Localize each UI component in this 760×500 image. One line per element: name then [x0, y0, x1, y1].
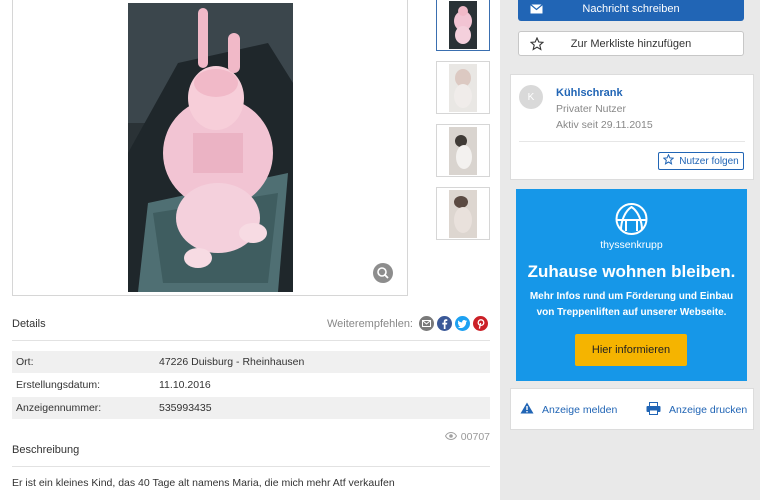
description-text: Er ist ein kleines Kind, das 40 Tage alt…	[12, 477, 395, 489]
write-message-label: Nachricht schreiben	[582, 3, 680, 15]
brand-logo	[613, 203, 650, 240]
avatar: K	[519, 85, 543, 109]
add-to-watchlist-label: Zur Merkliste hinzufügen	[570, 37, 692, 50]
detail-row-ad-number: Anzeigennummer: 535993435	[12, 397, 490, 419]
follow-user-button[interactable]: Nutzer folgen	[658, 152, 744, 170]
print-ad-link[interactable]: Anzeige drucken	[646, 402, 747, 418]
thumbnail-4[interactable]	[436, 187, 490, 240]
detail-key: Ort:	[16, 356, 34, 368]
divider	[519, 141, 745, 142]
ad-banner[interactable]: thyssenkrupp Zuhause wohnen bleiben. Meh…	[516, 189, 747, 381]
zoom-icon[interactable]	[373, 263, 393, 283]
details-heading: Details	[12, 318, 46, 330]
detail-row-created: Erstellungsdatum: 11.10.2016	[12, 374, 490, 396]
detail-key: Erstellungsdatum:	[16, 379, 101, 391]
printer-icon	[646, 402, 661, 418]
listing-main: Details Weiterempfehlen: Ort: 47226 Duis…	[0, 0, 500, 500]
ad-body: Mehr Infos rund um Förderung und Einbau …	[529, 291, 734, 318]
pinterest-icon[interactable]	[473, 316, 488, 331]
warning-icon	[520, 402, 534, 417]
share-bar: Weiterempfehlen:	[327, 316, 488, 331]
detail-value: 47226 Duisburg - Rheinhausen	[159, 356, 305, 368]
view-count: 00707	[460, 431, 490, 443]
thumbnail-3[interactable]	[436, 124, 490, 177]
main-photo[interactable]	[128, 3, 293, 292]
view-counter: 00707	[444, 431, 490, 443]
write-message-button[interactable]: Nachricht schreiben	[518, 0, 744, 21]
twitter-icon[interactable]	[455, 316, 470, 331]
detail-key: Anzeigennummer:	[16, 402, 102, 414]
seller-active-since: Aktiv seit 29.11.2015	[556, 119, 653, 131]
detail-value: 11.10.2016	[159, 379, 211, 391]
image-gallery	[12, 0, 408, 296]
ad-brand: thyssenkrupp	[600, 239, 663, 251]
star-icon	[662, 153, 675, 168]
add-to-watchlist-button[interactable]: Zur Merkliste hinzufügen	[518, 31, 744, 56]
description-heading: Beschreibung	[12, 444, 80, 456]
email-icon[interactable]	[419, 316, 434, 331]
report-ad-label: Anzeige melden	[542, 403, 618, 416]
share-label: Weiterempfehlen:	[326, 317, 413, 330]
follow-user-label: Nutzer folgen	[679, 155, 739, 167]
divider	[12, 466, 490, 467]
seller-type: Privater Nutzer	[556, 103, 627, 115]
thumbnail-2[interactable]	[436, 61, 490, 114]
eye-icon	[444, 431, 457, 443]
detail-value: 535993435	[159, 402, 212, 414]
ad-headline: Zuhause wohnen bleiben.	[527, 262, 736, 281]
seller-card: K Kühlschrank Privater Nutzer Aktiv seit…	[510, 74, 754, 180]
divider	[12, 340, 490, 341]
ad-cta-button[interactable]: Hier informieren	[575, 334, 687, 366]
ad-actions: Anzeige melden Anzeige drucken	[510, 388, 754, 430]
envelope-icon	[530, 4, 543, 17]
seller-name-link[interactable]: Kühlschrank	[556, 87, 623, 99]
facebook-icon[interactable]	[437, 316, 452, 331]
print-ad-label: Anzeige drucken	[669, 404, 748, 416]
report-ad-link[interactable]: Anzeige melden	[520, 402, 617, 417]
thumbnail-1[interactable]	[436, 0, 490, 51]
detail-row-location: Ort: 47226 Duisburg - Rheinhausen	[12, 351, 490, 373]
star-icon	[529, 36, 545, 54]
